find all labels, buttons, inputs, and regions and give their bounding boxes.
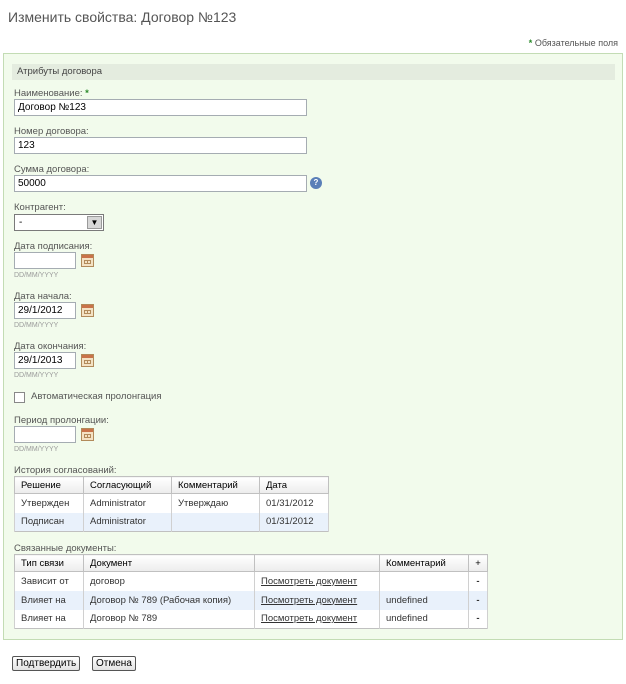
start-date-input[interactable]	[14, 302, 76, 319]
prolong-period-input[interactable]	[14, 426, 76, 443]
related-documents-table: Тип связи Документ Комментарий + Зависит…	[14, 554, 488, 629]
table-cell: undefined	[379, 609, 469, 629]
approval-history-table: Решение Согласующий Комментарий Дата Утв…	[14, 476, 329, 532]
contract-form-panel: Атрибуты договора Наименование: * Номер …	[3, 53, 623, 640]
table-cell: Утверждаю	[171, 493, 260, 513]
remove-link-button[interactable]: -	[468, 590, 488, 610]
date-format-hint: DD/MM/YYYY	[14, 446, 59, 453]
name-input[interactable]	[14, 99, 307, 116]
add-link-button[interactable]: +	[468, 554, 488, 572]
table-cell: Administrator	[83, 512, 172, 532]
start-date-label: Дата начала:	[14, 291, 72, 302]
related-documents-label: Связанные документы:	[14, 543, 117, 554]
number-input[interactable]	[14, 137, 307, 154]
auto-prolong-label: Автоматическая пролонгация	[31, 391, 162, 402]
table-cell: Утвержден	[14, 493, 84, 513]
sign-date-input[interactable]	[14, 252, 76, 269]
table-cell: Влияет на	[14, 590, 84, 610]
number-label: Номер договора:	[14, 126, 89, 137]
column-header[interactable]: Согласующий	[83, 476, 172, 494]
calendar-icon[interactable]	[81, 304, 94, 317]
column-header[interactable]: Дата	[259, 476, 329, 494]
auto-prolong-checkbox[interactable]	[14, 392, 25, 403]
table-cell: Посмотреть документ	[254, 609, 380, 629]
chevron-down-icon[interactable]: ▼	[87, 216, 102, 229]
date-format-hint: DD/MM/YYYY	[14, 372, 59, 379]
end-date-label: Дата окончания:	[14, 341, 87, 352]
page-title: Изменить свойства: Договор №123	[8, 9, 237, 25]
table-cell	[379, 571, 469, 591]
prolong-period-label: Период пролонгации:	[14, 415, 109, 426]
table-row: Утвержден Administrator Утверждаю 01/31/…	[14, 493, 329, 513]
table-cell: 01/31/2012	[259, 512, 329, 532]
table-header-row: Тип связи Документ Комментарий +	[14, 554, 488, 572]
column-header[interactable]: Решение	[14, 476, 84, 494]
counterparty-select[interactable]: - ▼	[14, 214, 104, 231]
table-cell: 01/31/2012	[259, 493, 329, 513]
column-header	[254, 554, 380, 572]
table-cell: Договор № 789 (Рабочая копия)	[83, 590, 255, 610]
view-document-link[interactable]: Посмотреть документ	[261, 613, 357, 624]
column-header[interactable]: Тип связи	[14, 554, 84, 572]
remove-link-button[interactable]: -	[468, 571, 488, 591]
submit-button[interactable]: Подтвердить	[12, 656, 81, 671]
table-row: Подписан Administrator 01/31/2012	[14, 512, 329, 532]
approval-history-label: История согласований:	[14, 465, 117, 476]
table-row: Влияет на Договор № 789 Посмотреть докум…	[14, 609, 488, 629]
table-cell: Посмотреть документ	[254, 590, 380, 610]
calendar-icon[interactable]	[81, 428, 94, 441]
counterparty-label: Контрагент:	[14, 202, 66, 213]
column-header[interactable]: Документ	[83, 554, 255, 572]
date-format-hint: DD/MM/YYYY	[14, 272, 59, 279]
table-cell: undefined	[379, 590, 469, 610]
table-cell: Влияет на	[14, 609, 84, 629]
calendar-icon[interactable]	[81, 354, 94, 367]
table-row: Влияет на Договор № 789 (Рабочая копия) …	[14, 590, 488, 610]
column-header[interactable]: Комментарий	[171, 476, 260, 494]
cancel-button[interactable]: Отмена	[92, 656, 136, 671]
remove-link-button[interactable]: -	[468, 609, 488, 629]
amount-input[interactable]	[14, 175, 307, 192]
amount-label: Сумма договора:	[14, 164, 90, 175]
section-header: Атрибуты договора	[12, 64, 615, 80]
date-format-hint: DD/MM/YYYY	[14, 322, 59, 329]
table-row: Зависит от договор Посмотреть документ -	[14, 571, 488, 591]
view-document-link[interactable]: Посмотреть документ	[261, 576, 357, 587]
table-cell: Посмотреть документ	[254, 571, 380, 591]
table-cell: Administrator	[83, 493, 172, 513]
required-fields-note: * Обязательные поля	[528, 38, 618, 48]
counterparty-value: -	[19, 217, 23, 228]
view-document-link[interactable]: Посмотреть документ	[261, 595, 357, 606]
table-cell: Зависит от	[14, 571, 84, 591]
sign-date-label: Дата подписания:	[14, 241, 93, 252]
table-cell: договор	[83, 571, 255, 591]
column-header[interactable]: Комментарий	[379, 554, 469, 572]
name-label: Наименование: *	[14, 88, 89, 99]
table-cell: Договор № 789	[83, 609, 255, 629]
table-header-row: Решение Согласующий Комментарий Дата	[14, 476, 329, 494]
table-cell: Подписан	[14, 512, 84, 532]
end-date-input[interactable]	[14, 352, 76, 369]
table-cell	[171, 512, 260, 532]
help-icon[interactable]: ?	[310, 177, 322, 189]
calendar-icon[interactable]	[81, 254, 94, 267]
